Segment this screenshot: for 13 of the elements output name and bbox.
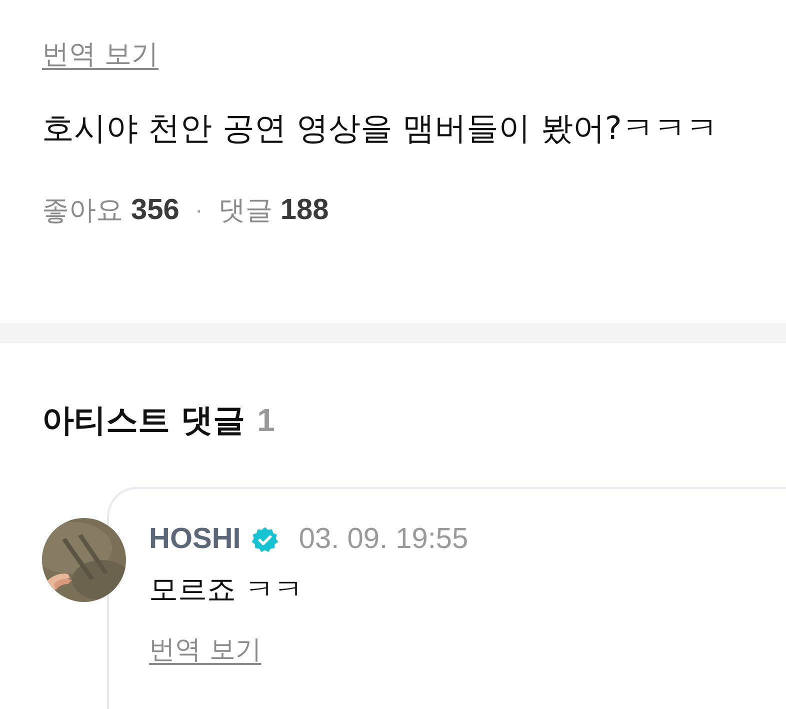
likes-label: 좋아요 bbox=[42, 194, 123, 228]
comments-label: 댓글 bbox=[218, 194, 272, 228]
comment-time: 03. 09. 19:55 bbox=[298, 523, 468, 556]
comment-text: 모르죠 ㅋㅋ bbox=[149, 571, 304, 608]
section-title: 아티스트 댓글 bbox=[42, 400, 246, 441]
comment-count: 1 bbox=[257, 402, 275, 439]
likes-count: 356 bbox=[131, 194, 180, 227]
comments-count: 188 bbox=[280, 194, 329, 227]
translate-link[interactable]: 번역 보기 bbox=[149, 632, 262, 667]
post-text: 호시야 천안 공연 영상을 맴버들이 봤어?ㅋㅋㅋ bbox=[42, 108, 719, 149]
translate-link[interactable]: 번역 보기 bbox=[42, 36, 159, 72]
separator-dot: · bbox=[195, 200, 202, 225]
author-name[interactable]: HOSHI bbox=[149, 523, 241, 556]
